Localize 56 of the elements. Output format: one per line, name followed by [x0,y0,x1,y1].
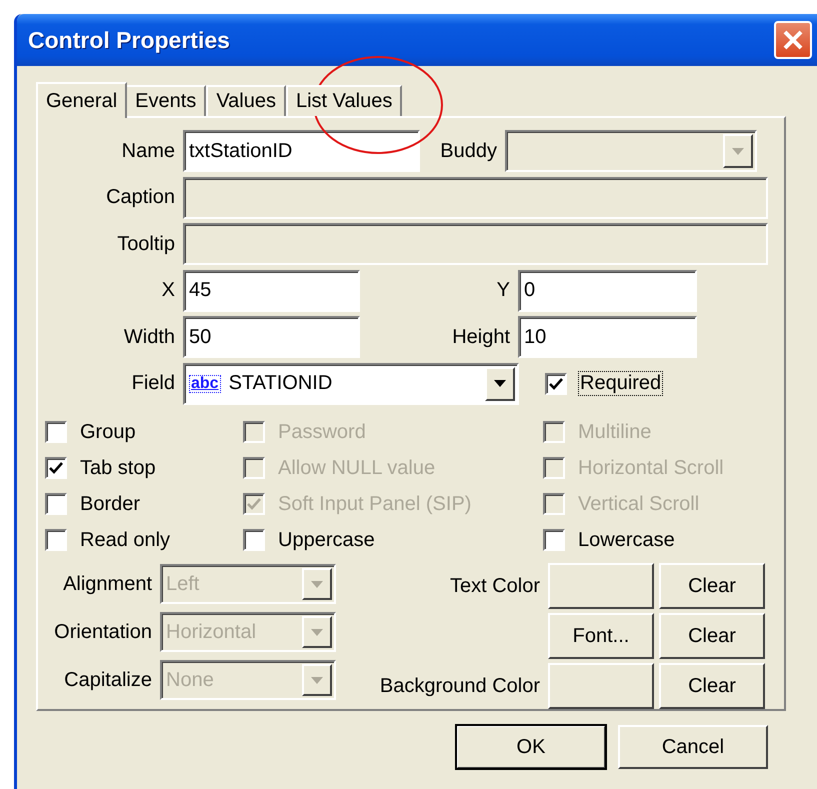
dropdown-arrow-button[interactable] [485,366,515,401]
window-title: Control Properties [28,26,230,54]
checkbox[interactable]: Required [545,372,662,396]
caret-icon [311,580,323,588]
font-button[interactable]: Font... [548,613,654,659]
field-label: Background Color [378,674,540,698]
check-icon [247,497,261,511]
clear-button[interactable]: Clear [659,563,765,609]
x-field[interactable]: 45 [183,270,360,312]
close-icon [782,29,804,51]
dropdown-value: STATIONID [228,372,334,396]
checkbox[interactable]: Tab stop [45,451,243,485]
checkbox[interactable]: Border [45,487,243,521]
field-label: Capitalize [63,668,152,692]
height-field[interactable]: 10 [518,316,697,358]
color-button[interactable] [548,663,654,709]
clear-button[interactable]: Clear [659,663,765,709]
field-label: Buddy [439,140,497,163]
field-label: Text Color [448,574,540,598]
check-icon [549,376,563,391]
y-field[interactable]: 0 [518,270,697,312]
field-label: Name [120,140,175,163]
tab[interactable]: Events [125,85,206,116]
dropdown-value: None [166,668,215,692]
caret-icon [732,148,744,155]
dropdown-value: Left [166,572,200,596]
checkbox[interactable]: Lowercase [543,523,763,557]
field-label: Width [122,326,175,349]
check-icon [49,461,63,475]
cancel-button[interactable]: Cancel [618,725,768,769]
color-button[interactable] [548,563,654,609]
caret-icon [494,380,506,388]
field-label: Caption [105,186,175,210]
checkbox[interactable]: Group [45,415,243,449]
dropdown-value: Horizontal [166,620,258,644]
clear-button[interactable]: Clear [659,613,765,659]
field-label: Tooltip [116,232,175,256]
name-field[interactable]: txtStationID [183,130,420,172]
field-label: X [160,279,175,302]
ok-button[interactable]: OK [456,725,606,769]
field-label: Alignment [62,572,152,596]
tab[interactable]: Values [206,85,286,116]
tab[interactable]: List Values [286,85,402,116]
field-label: Orientation [53,620,152,644]
tab[interactable]: General [36,82,128,118]
field-label: Y [496,279,510,302]
caret-icon [311,628,323,636]
close-button[interactable] [774,21,812,59]
caret-icon [311,676,323,684]
field-dropdown[interactable]: abc STATIONID [183,362,519,405]
checkbox[interactable]: Uppercase [243,523,543,557]
field-label: Height [451,326,510,349]
text-type-icon: abc [189,374,221,393]
checkbox[interactable]: Read only [45,523,243,557]
field-label: Field [130,372,175,396]
width-field[interactable]: 50 [183,316,360,358]
